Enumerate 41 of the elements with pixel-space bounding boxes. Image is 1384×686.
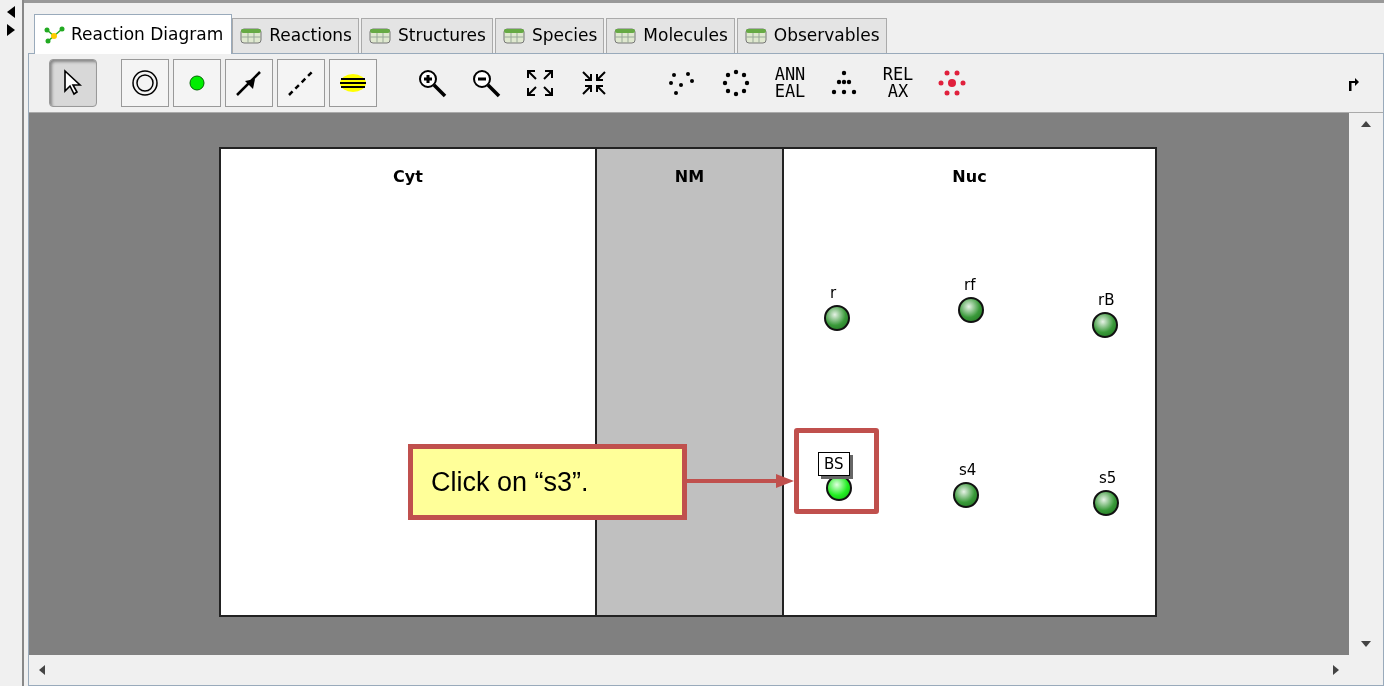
species-label: r [830,285,837,301]
tab[interactable]: Structures [360,18,493,53]
species-label: rf [964,277,976,293]
compartment-label: Nuc [952,166,987,185]
tab[interactable]: Molecules [606,18,735,53]
table-icon [367,27,392,45]
scroll-left-icon[interactable] [39,665,45,675]
rings-icon [129,67,161,99]
tab[interactable]: Observables [736,18,887,53]
zoom-in-icon [416,67,448,99]
tool-button[interactable] [329,59,377,107]
tool-button[interactable] [225,59,273,107]
species-label: rB [1098,292,1115,308]
collapse-icon[interactable] [6,6,16,18]
table-icon [239,27,264,45]
export-icon[interactable] [1347,75,1359,91]
network-icon [43,25,65,44]
expand-icon[interactable] [6,24,16,36]
tab[interactable]: Reactions [232,18,359,53]
compartment-label: Cyt [393,166,423,185]
species-label: s4 [959,462,977,478]
table-icon [743,27,768,45]
tool-button[interactable] [49,59,97,107]
toolbar-button[interactable]: REL AX [873,59,923,107]
table-icon [501,27,526,45]
compartment-label: NM [674,166,705,185]
dot-ring-icon [720,67,752,99]
scroll-up-icon[interactable] [1361,121,1371,127]
zoom-out-icon [470,67,502,99]
species-label: s5 [1099,470,1117,486]
scroll-right-icon[interactable] [1333,665,1339,675]
scroll-down-icon[interactable] [1361,641,1371,647]
tab[interactable]: Species [494,18,605,53]
compartment[interactable]: NM [595,149,782,615]
callout: Click on “s3”. [408,444,687,520]
tool-button[interactable] [121,59,169,107]
toolbar-button[interactable]: ANN EAL [765,59,815,107]
table-icon [613,27,638,45]
expand-icon [524,67,556,99]
tooltip: BS [818,452,850,476]
tab[interactable]: Reaction Diagram [34,14,233,54]
